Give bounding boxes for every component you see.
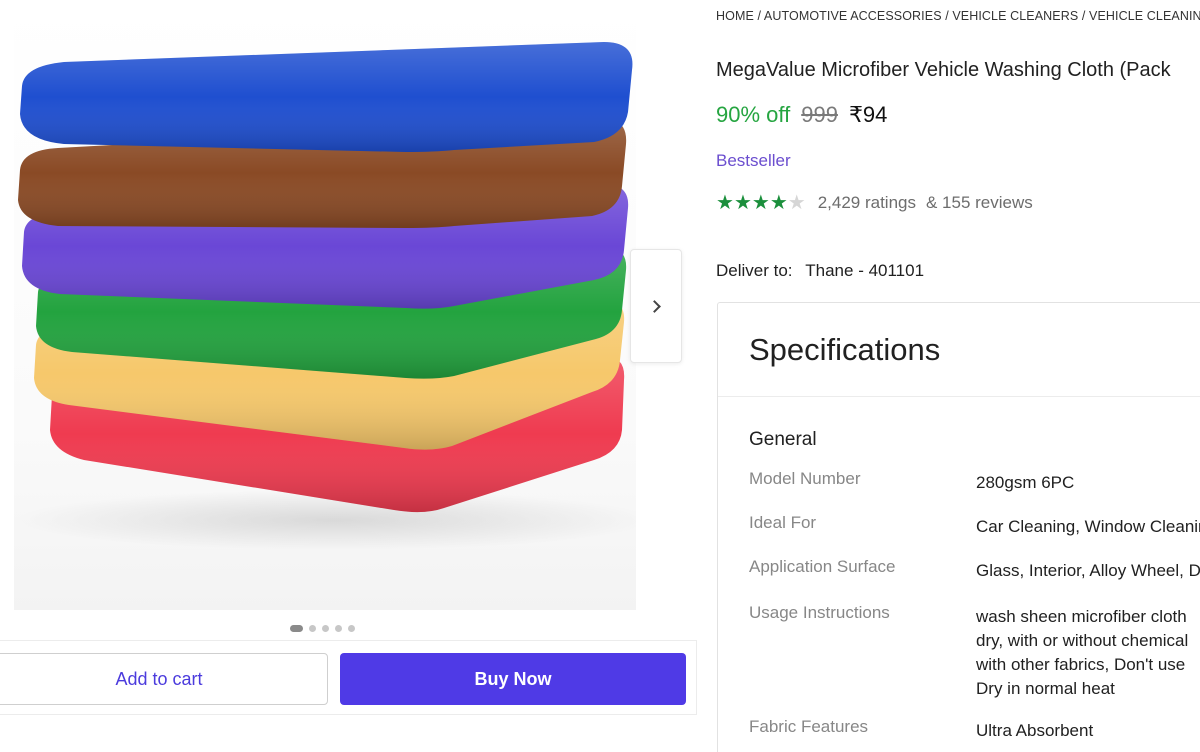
spec-value: wash sheen microfiber cloth dry, with or … <box>976 607 1189 698</box>
spec-value: 280gsm 6PC <box>976 473 1075 492</box>
add-to-cart-button[interactable]: Add to cart <box>0 653 328 705</box>
specifications-heading: Specifications <box>749 331 941 367</box>
star-filled-icon: ★ <box>751 192 770 214</box>
reviews-count: & 155 reviews <box>925 193 1033 212</box>
deliver-to-label: Deliver to: <box>716 261 793 280</box>
original-price: 999 <box>801 102 838 127</box>
star-filled-icon: ★ <box>716 192 734 214</box>
pagination-dot[interactable] <box>335 625 342 632</box>
price-row: 90% off 999 ₹94 <box>716 102 887 128</box>
spec-key: Fabric Features <box>749 717 869 736</box>
spec-key: Model Number <box>749 469 861 488</box>
spec-key: Application Surface <box>749 557 896 576</box>
breadcrumb[interactable]: HOME / AUTOMOTIVE ACCESSORIES / VEHICLE … <box>716 9 1200 23</box>
star-filled-icon: ★ <box>733 192 752 214</box>
spec-key: Usage Instructions <box>749 603 890 622</box>
towel-shading <box>20 42 633 152</box>
towel-stack-illustration <box>14 42 636 550</box>
ratings-count: 2,429 ratings <box>817 193 916 212</box>
pagination-dot[interactable] <box>348 625 355 632</box>
pagination-dot[interactable] <box>309 625 316 632</box>
pagination-dot[interactable] <box>290 625 303 632</box>
next-image-button[interactable] <box>630 249 682 363</box>
product-details: HOME / AUTOMOTIVE ACCESSORIES / VEHICLE … <box>716 0 1200 752</box>
specifications-card: Specifications General Model Number 280gs… <box>717 302 1200 752</box>
product-image[interactable] <box>14 0 636 610</box>
purchase-action-bar: Add to cart Buy Now <box>0 640 697 715</box>
buy-now-button[interactable]: Buy Now <box>340 653 686 705</box>
rating-row[interactable]: ★ ★ ★ ★ ★ 2,429 ratings & 155 reviews <box>716 193 1033 213</box>
specifications-header: Specifications <box>718 303 1200 397</box>
spec-value: Ultra Absorbent <box>976 721 1094 740</box>
star-filled-icon: ★ <box>769 192 788 214</box>
star-rating: ★ ★ ★ ★ ★ <box>716 193 806 213</box>
spec-value: Car Cleaning, Window Cleaning <box>976 517 1200 536</box>
bestseller-badge: Bestseller <box>716 151 791 170</box>
spec-group-title: General <box>749 429 817 450</box>
delivery-pincode: Thane - 401101 <box>805 261 925 280</box>
pagination-dot[interactable] <box>322 625 329 632</box>
product-title: MegaValue Microfiber Vehicle Washing Clo… <box>716 59 1171 81</box>
image-pagination-dots <box>290 625 355 632</box>
discount-percent: 90% off <box>716 102 791 127</box>
product-gallery: Add to cart Buy Now <box>0 0 700 752</box>
star-empty-icon: ★ <box>787 192 806 214</box>
spec-key: Ideal For <box>749 513 817 532</box>
spec-value: Glass, Interior, Alloy Wheel, D <box>976 561 1200 580</box>
chevron-right-icon <box>647 299 661 313</box>
selling-price: ₹94 <box>848 102 888 127</box>
delivery-location[interactable]: Deliver to: Thane - 401101 <box>716 261 924 281</box>
